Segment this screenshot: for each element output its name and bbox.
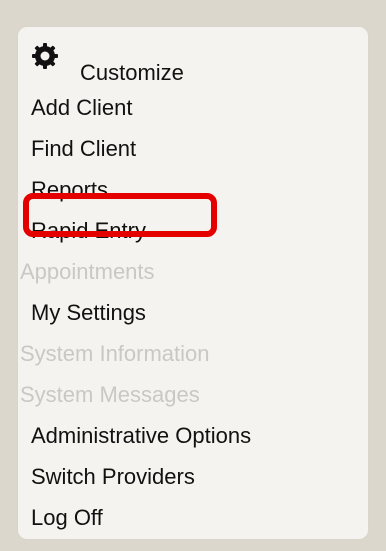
menu-item-system-messages: System Messages [20, 382, 200, 407]
menu-item-my-settings[interactable]: My Settings [31, 298, 146, 328]
menu-item-switch-providers[interactable]: Switch Providers [31, 462, 195, 492]
menu-item-administrative-options[interactable]: Administrative Options [31, 421, 251, 451]
navigation-menu: Customize Add Client Find Client Reports… [17, 26, 369, 540]
menu-item-find-client[interactable]: Find Client [31, 134, 136, 164]
gear-icon [32, 43, 58, 69]
customize-label: Customize [80, 60, 184, 85]
menu-item-reports[interactable]: Reports [31, 175, 108, 205]
menu-item-add-client[interactable]: Add Client [31, 93, 133, 123]
menu-item-system-information: System Information [20, 341, 210, 366]
menu-item-appointments: Appointments [20, 259, 155, 284]
menu-item-log-off[interactable]: Log Off [31, 503, 103, 533]
menu-item-rapid-entry[interactable]: Rapid Entry [31, 216, 146, 246]
